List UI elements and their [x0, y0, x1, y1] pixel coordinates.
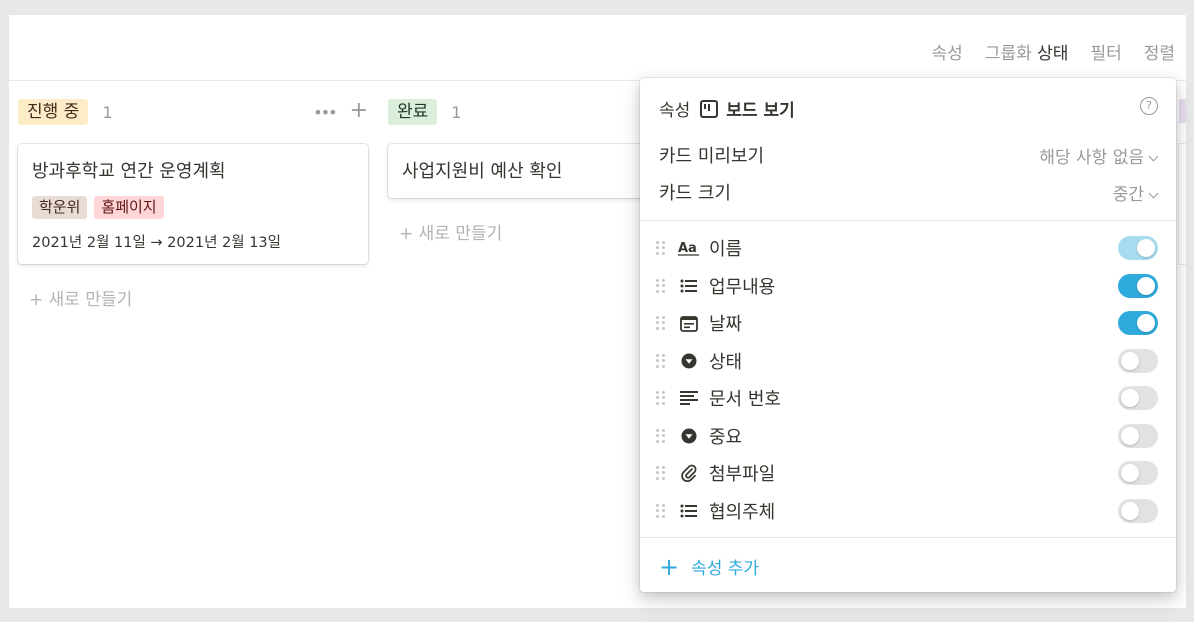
select-icon — [678, 352, 700, 370]
board-card[interactable]: 방과후학교 연간 운영계획 학운위 홈페이지 2021년 2월 11일 → 20… — [18, 144, 368, 264]
drag-handle-icon[interactable] — [656, 241, 665, 255]
chevron-down-icon — [1148, 151, 1159, 161]
new-card-button[interactable]: + 새로 만들기 — [399, 219, 502, 244]
card-size-row: 카드 크기 중간 — [659, 177, 1159, 207]
properties-popup: 속성 보드 보기 ? 카드 미리보기 해당 사항 없음 카드 크기 중간 Aa … — [640, 78, 1176, 592]
card-preview-value: 해당 사항 없음 — [1039, 147, 1144, 168]
add-property-button[interactable]: + 속성 추가 — [659, 552, 760, 581]
group-by-value: 상태 — [1037, 43, 1069, 64]
property-row: 업무내용 — [656, 271, 1158, 301]
drag-handle-icon[interactable] — [656, 504, 665, 518]
property-visibility-toggle[interactable] — [1118, 274, 1158, 298]
property-visibility-toggle[interactable] — [1118, 236, 1158, 260]
group-by-button[interactable]: 그룹화 상태 — [974, 39, 1080, 64]
property-row: Aa 이름 — [656, 233, 1158, 263]
property-row: 첨부파일 — [656, 458, 1158, 488]
popup-header: 속성 보드 보기 — [659, 96, 795, 121]
column-actions: ••• + — [313, 100, 368, 123]
svg-text:Aa: Aa — [678, 241, 697, 256]
card-preview-label: 카드 미리보기 — [659, 146, 765, 167]
property-row: 문서 번호 — [656, 383, 1158, 413]
property-visibility-toggle[interactable] — [1118, 461, 1158, 485]
property-name: 문서 번호 — [709, 389, 781, 410]
list-icon — [678, 502, 700, 520]
list-icon — [678, 277, 700, 295]
property-name: 첨부파일 — [709, 464, 776, 485]
card-preview-row: 카드 미리보기 해당 사항 없음 — [659, 140, 1159, 170]
property-name: 날짜 — [709, 314, 743, 335]
add-card-icon[interactable]: + — [350, 100, 368, 122]
card-preview-select[interactable]: 해당 사항 없음 — [1039, 143, 1159, 168]
card-size-value: 중간 — [1112, 184, 1144, 205]
popup-view-name: 보드 보기 — [726, 101, 795, 121]
property-row: 날짜 — [656, 308, 1158, 338]
card-title: 방과후학교 연간 운영계획 — [32, 161, 226, 182]
attachment-icon — [678, 464, 700, 482]
help-icon[interactable]: ? — [1140, 97, 1158, 115]
group-by-label: 그룹화 — [984, 43, 1032, 64]
drag-handle-icon[interactable] — [656, 316, 665, 330]
drag-handle-icon[interactable] — [656, 391, 665, 405]
column-status-pill-partial — [1179, 99, 1186, 123]
property-row: 중요 — [656, 421, 1158, 451]
column-header: 진행 중 1 — [18, 97, 113, 127]
property-visibility-toggle[interactable] — [1118, 386, 1158, 410]
new-card-button[interactable]: + 새로 만들기 — [29, 285, 132, 310]
property-name: 이름 — [709, 239, 743, 260]
popup-header-prefix: 속성 — [659, 101, 691, 121]
card-date-range: 2021년 2월 11일 → 2021년 2월 13일 — [32, 235, 281, 251]
select-icon — [678, 427, 700, 445]
tag-badge: 홈페이지 — [94, 196, 164, 219]
plus-icon: + — [659, 552, 680, 581]
more-icon[interactable]: ••• — [313, 103, 337, 122]
text-icon — [678, 389, 700, 407]
drag-handle-icon[interactable] — [656, 466, 665, 480]
property-name: 협의주체 — [709, 502, 776, 523]
board-card-partial — [1179, 144, 1186, 264]
column-header: 완료 1 — [388, 97, 461, 127]
drag-handle-icon[interactable] — [656, 354, 665, 368]
sort-button[interactable]: 정렬 — [1133, 39, 1186, 64]
popup-divider — [640, 220, 1176, 221]
column-status-pill[interactable]: 완료 — [388, 99, 438, 125]
title-icon: Aa — [678, 239, 700, 257]
chevron-down-icon — [1148, 188, 1159, 198]
popup-divider — [640, 537, 1176, 538]
tag-badge: 학운위 — [32, 196, 88, 219]
column-count: 1 — [451, 102, 462, 122]
column-status-pill[interactable]: 진행 중 — [18, 99, 89, 125]
property-name: 업무내용 — [709, 277, 776, 298]
properties-button[interactable]: 속성 — [921, 39, 974, 64]
card-title: 사업지원비 예산 확인 — [402, 161, 563, 182]
board-view-icon — [700, 99, 719, 118]
property-visibility-toggle[interactable] — [1118, 311, 1158, 335]
drag-handle-icon[interactable] — [656, 429, 665, 443]
card-tags: 학운위 홈페이지 — [32, 196, 164, 219]
filter-button[interactable]: 필터 — [1079, 39, 1132, 64]
property-name: 중요 — [709, 427, 743, 448]
calendar-icon — [678, 314, 700, 332]
property-row: 협의주체 — [656, 496, 1158, 526]
add-property-label: 속성 추가 — [691, 559, 760, 579]
property-row: 상태 — [656, 346, 1158, 376]
drag-handle-icon[interactable] — [656, 279, 665, 293]
card-size-label: 카드 크기 — [659, 183, 731, 204]
property-name: 상태 — [709, 352, 743, 373]
property-visibility-toggle[interactable] — [1118, 424, 1158, 448]
card-size-select[interactable]: 중간 — [1112, 180, 1159, 205]
property-visibility-toggle[interactable] — [1118, 499, 1158, 523]
view-toolbar: 속성 그룹화 상태 필터 정렬 — [921, 37, 1186, 65]
column-count: 1 — [102, 102, 113, 122]
property-visibility-toggle[interactable] — [1118, 349, 1158, 373]
